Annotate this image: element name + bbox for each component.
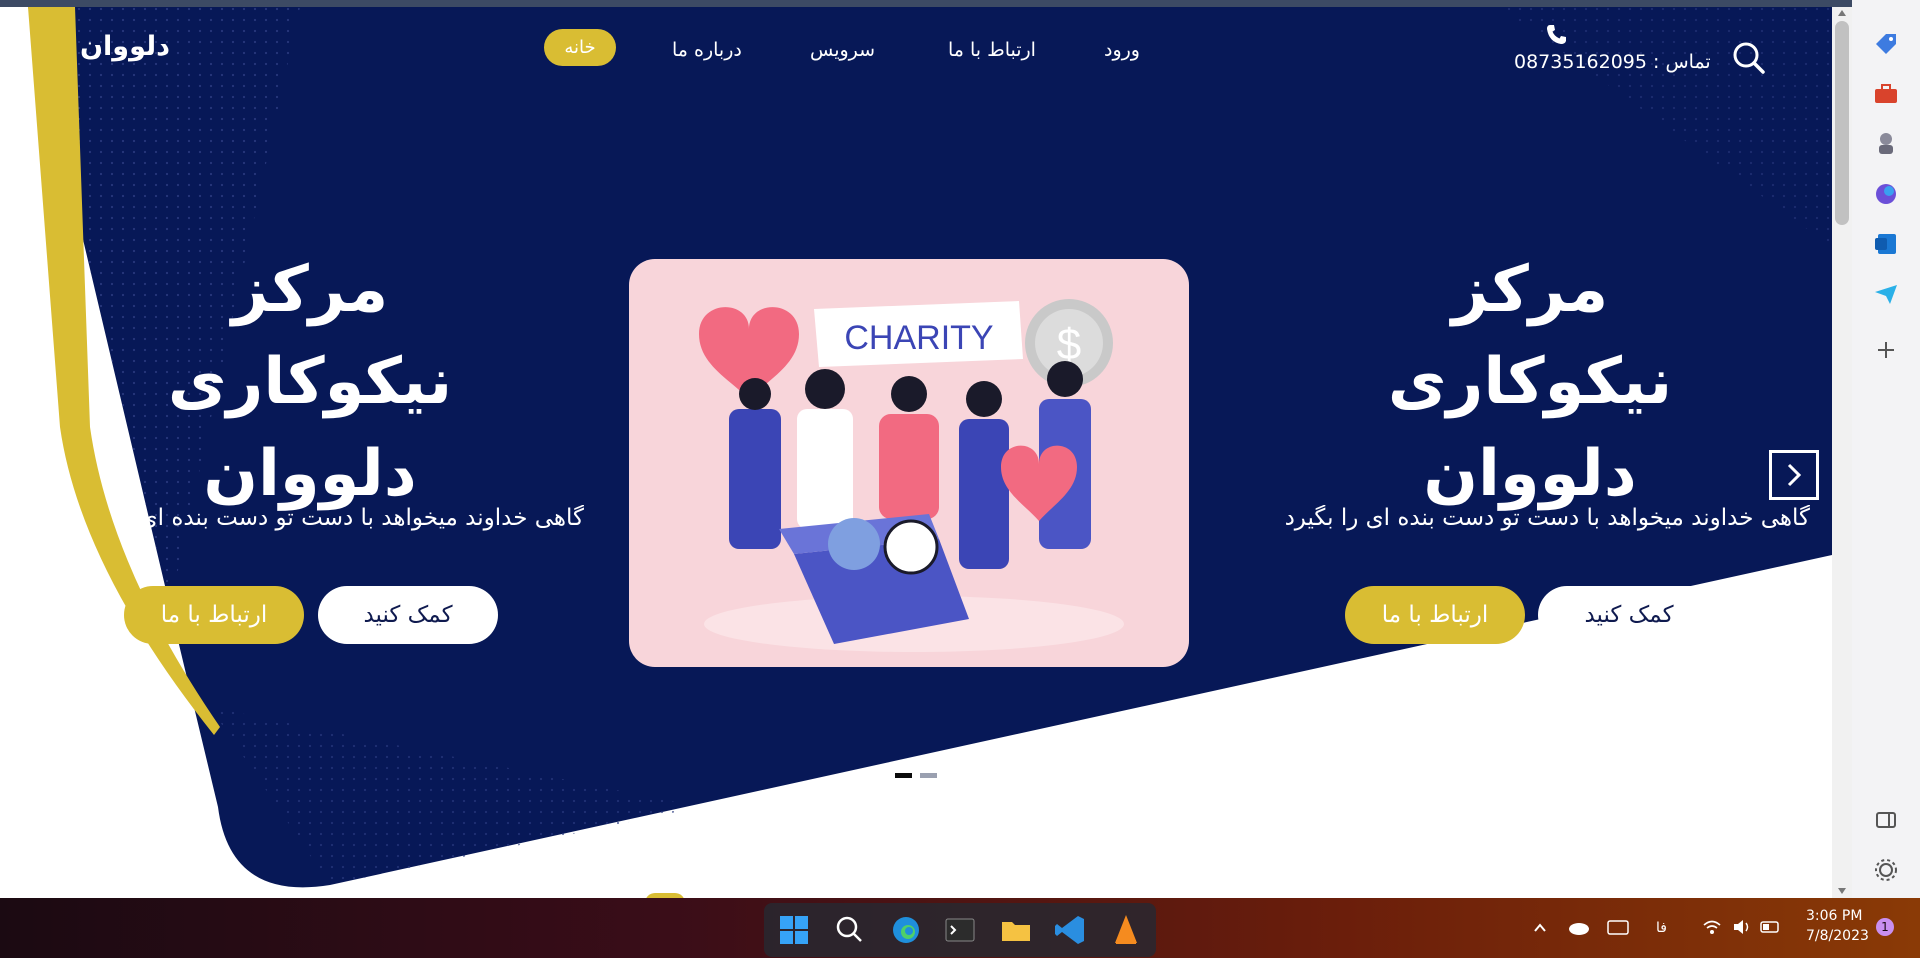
vscode-icon[interactable] bbox=[1050, 910, 1090, 950]
hero-subtitle-left: گاهی خداوند میخواهد با دست تو دست بنده ا… bbox=[132, 505, 584, 531]
charity-banner-text: CHARITY bbox=[844, 319, 993, 357]
nav-about[interactable]: درباره ما bbox=[672, 39, 742, 61]
contact-phone: تماس : 08735162095 bbox=[1514, 51, 1711, 73]
wifi-icon[interactable] bbox=[1702, 918, 1722, 936]
edge-browser-icon[interactable] bbox=[886, 910, 926, 950]
taskbar-search-icon[interactable] bbox=[830, 910, 870, 950]
windows-start-icon[interactable] bbox=[774, 910, 814, 950]
carousel-prev-arrow[interactable] bbox=[24, 463, 48, 493]
web-page: دلووان خانه درباره ما سرویس ارتباط با ما… bbox=[0, 7, 1832, 898]
tray-overflow-chevron-icon[interactable] bbox=[1532, 920, 1548, 936]
copilot-icon[interactable] bbox=[1872, 180, 1900, 208]
taskbar-clock-time[interactable]: 3:06 PM bbox=[1806, 908, 1862, 924]
notification-badge[interactable]: 1 bbox=[1876, 918, 1894, 936]
file-explorer-icon[interactable] bbox=[996, 910, 1036, 950]
toolbox-icon[interactable] bbox=[1872, 80, 1900, 108]
site-logo[interactable]: دلووان bbox=[80, 31, 170, 62]
games-icon[interactable] bbox=[1872, 130, 1900, 158]
carousel-dot-1[interactable] bbox=[895, 773, 912, 778]
nav-service[interactable]: سرویس bbox=[810, 39, 875, 61]
browser-sidebar bbox=[1852, 0, 1920, 898]
hero-title-line: مرکز نیکوکاری bbox=[1387, 253, 1673, 419]
hero-subtitle-right: گاهی خداوند میخواهد با دست تو دست بنده ا… bbox=[1284, 505, 1810, 531]
help-button-right[interactable]: کمک کنید bbox=[1538, 586, 1720, 644]
page-scrollbar[interactable] bbox=[1832, 7, 1852, 898]
scroll-down-arrow-icon[interactable] bbox=[1837, 887, 1847, 895]
battery-icon[interactable] bbox=[1760, 918, 1782, 936]
onedrive-cloud-icon[interactable] bbox=[1567, 918, 1591, 936]
hero-title-line: مرکز نیکوکاری bbox=[167, 253, 453, 419]
nav-contact[interactable]: ارتباط با ما bbox=[948, 39, 1036, 61]
top-navbar: دلووان خانه درباره ما سرویس ارتباط با ما… bbox=[0, 7, 1832, 87]
volume-icon[interactable] bbox=[1732, 918, 1752, 936]
contact-button-left[interactable]: ارتباط با ما bbox=[124, 586, 304, 644]
terminal-icon[interactable] bbox=[940, 910, 980, 950]
carousel-dot-2[interactable] bbox=[920, 773, 937, 778]
browser-top-edge bbox=[0, 0, 1920, 7]
scroll-up-arrow-icon[interactable] bbox=[1837, 9, 1847, 17]
hero-title-left: مرکز نیکوکاری دلووان bbox=[80, 244, 540, 520]
hero-title-right: مرکز نیکوکاری دلووان bbox=[1300, 244, 1760, 520]
carousel-next-button[interactable] bbox=[1769, 450, 1819, 500]
vlc-icon[interactable] bbox=[1106, 910, 1146, 950]
send-icon[interactable] bbox=[1872, 280, 1900, 308]
tag-icon[interactable] bbox=[1872, 30, 1900, 58]
search-icon[interactable] bbox=[1731, 40, 1767, 76]
nav-login[interactable]: ورود bbox=[1104, 39, 1140, 61]
sidebar-toggle-icon[interactable] bbox=[1872, 806, 1900, 834]
chevron-right-icon bbox=[1787, 463, 1802, 487]
keyboard-icon[interactable] bbox=[1607, 918, 1629, 936]
taskbar-clock-date[interactable]: 7/8/2023 bbox=[1806, 928, 1869, 944]
contact-button-right[interactable]: ارتباط با ما bbox=[1345, 586, 1525, 644]
help-button-left[interactable]: کمک کنید bbox=[318, 586, 498, 644]
plus-icon[interactable] bbox=[1872, 336, 1900, 364]
input-language-indicator[interactable]: فا bbox=[1656, 920, 1667, 936]
charity-illustration-card: CHARITY $ bbox=[629, 259, 1189, 667]
scrollbar-thumb[interactable] bbox=[1835, 21, 1849, 225]
nav-home[interactable]: خانه bbox=[544, 29, 616, 66]
settings-gear-icon[interactable] bbox=[1872, 856, 1900, 884]
phone-icon bbox=[1547, 25, 1566, 44]
outlook-icon[interactable] bbox=[1872, 230, 1900, 258]
charity-illustration: CHARITY $ bbox=[699, 299, 1124, 652]
